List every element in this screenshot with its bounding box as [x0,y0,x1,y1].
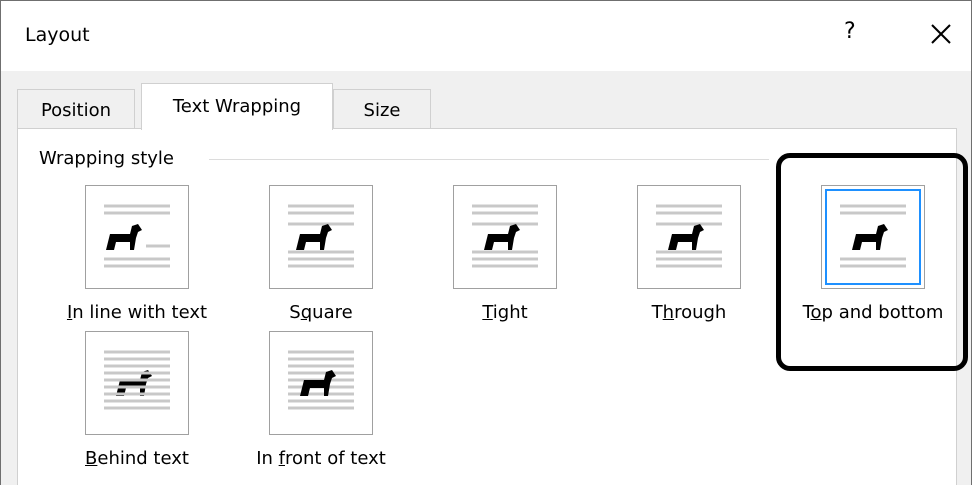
highlight-ring [776,153,968,371]
option-label-behind-text: Behind text [85,448,189,469]
option-label-square: Square [289,302,353,323]
in-front-of-text-wrap-icon [288,350,354,410]
title-bar: Layout ? [1,1,971,71]
behind-text-icon-box[interactable] [85,331,189,435]
option-label-in-front-of-text: In front of text [256,448,386,469]
square-icon-box[interactable] [269,185,373,289]
tight-wrap-icon [472,204,538,268]
tab-text-wrapping[interactable]: Text Wrapping [141,83,333,130]
tab-position[interactable]: Position [17,89,135,129]
tight-icon-box[interactable] [453,185,557,289]
option-label-in-line: In line with text [66,302,208,323]
in-line-with-text-icon [104,204,170,268]
tab-size[interactable]: Size [333,89,431,129]
close-icon[interactable] [924,17,958,51]
layout-dialog: Layout ? Position Text Wrapping Size Wra… [0,0,972,485]
dialog-title: Layout [25,24,90,46]
group-divider [209,159,769,160]
option-label-through: Through [651,302,727,323]
square-wrap-icon [288,204,354,268]
through-wrap-icon [656,204,722,268]
behind-text-wrap-icon [104,350,170,410]
in-line-icon-box[interactable] [85,185,189,289]
option-label-tight: Tight [482,302,528,323]
wrapping-style-label: Wrapping style [39,148,180,169]
through-icon-box[interactable] [637,185,741,289]
help-button[interactable]: ? [844,19,856,44]
in-front-of-text-icon-box[interactable] [269,331,373,435]
